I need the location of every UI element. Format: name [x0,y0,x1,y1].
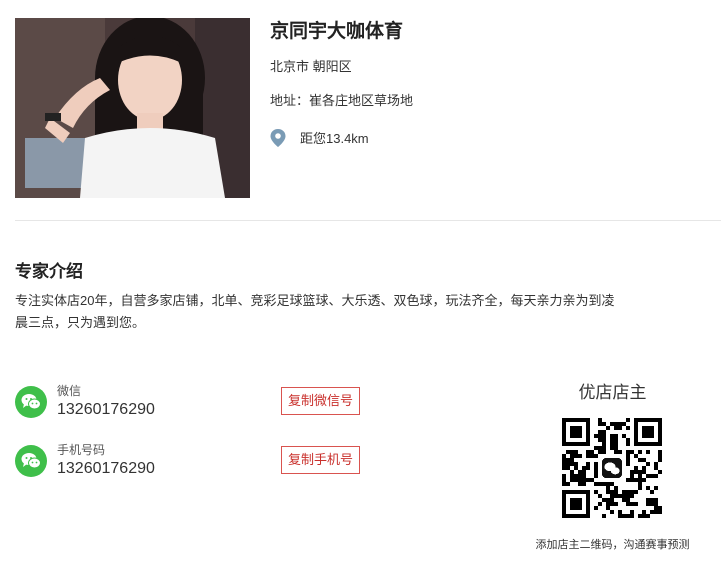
wechat-icon [15,386,47,418]
intro-text: 专注实体店20年，自营多家店铺，北单、竞彩足球篮球、大乐透、双色球，玩法齐全，每… [15,293,615,330]
contact-value: 13260176290 [57,401,155,418]
qr-title: 优店店主 [578,383,647,402]
qr-code-image [562,418,662,518]
shop-photo [15,18,250,198]
contact-phone: 手机号码 13260176290 [15,442,155,480]
contact-value: 13260176290 [57,460,155,477]
intro-title: 专家介绍 [15,262,83,281]
section-divider [15,220,721,221]
shop-name: 京同宇大咖体育 [270,21,404,42]
shop-distance: 距您13.4km [270,128,369,147]
contact-wechat: 微信 13260176290 [15,383,155,421]
qr-block: 优店店主 添加店主二维码，沟通赛事预测 [520,380,705,551]
shop-city: 北京市 朝阳区 [270,59,352,74]
qr-caption: 添加店主二维码，沟通赛事预测 [535,539,690,551]
copy-wechat-button[interactable]: 复制微信号 [281,387,361,415]
distance-text: 距您13.4km [300,131,369,146]
contact-label: 微信 [57,384,82,398]
shop-address: 地址：崔各庄地区草场地 [270,93,414,108]
copy-phone-button[interactable]: 复制手机号 [281,446,361,474]
shop-info: 京同宇大咖体育 北京市 朝阳区 地址：崔各庄地区草场地 距您13.4km [270,18,413,147]
wechat-icon [15,445,47,477]
contact-label: 手机号码 [57,443,106,457]
location-pin-icon [270,128,286,147]
